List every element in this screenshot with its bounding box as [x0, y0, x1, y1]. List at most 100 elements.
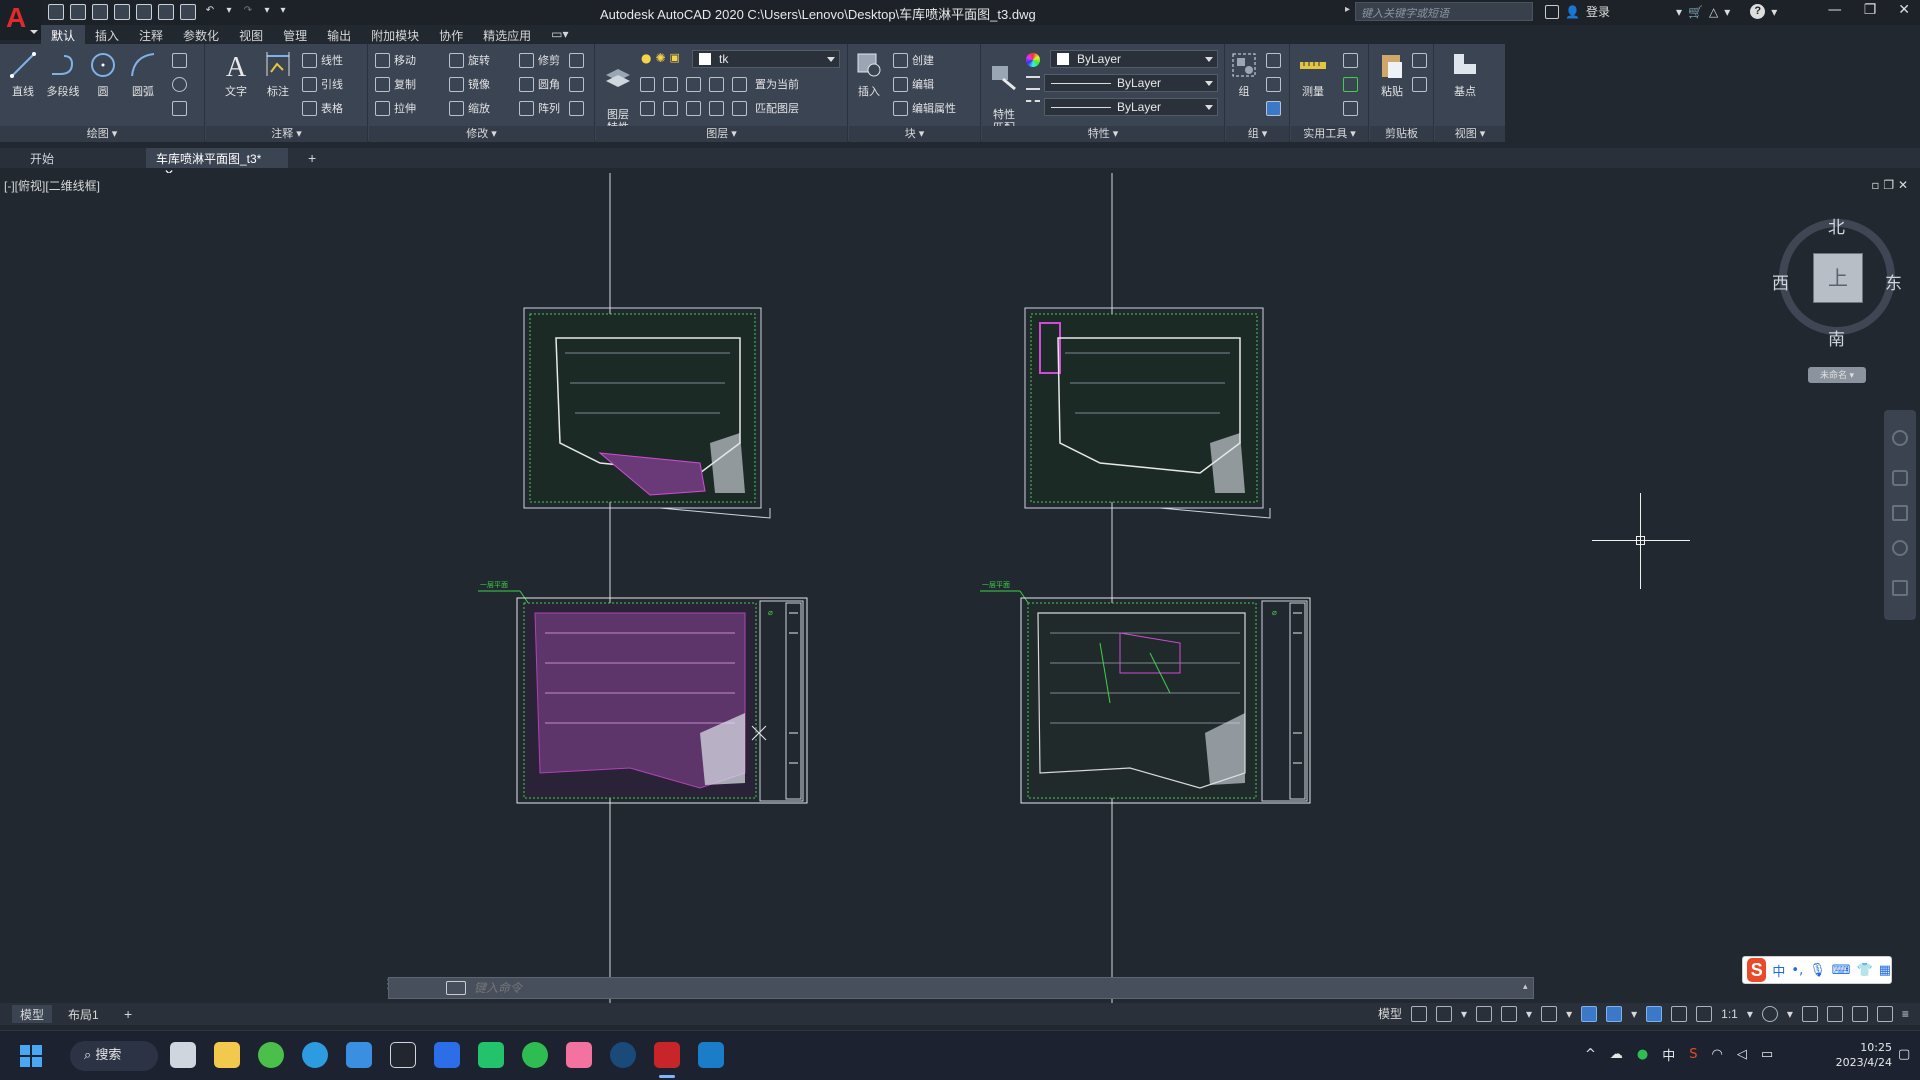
stretch-button[interactable]: 拉伸 [375, 98, 416, 118]
lenovo-icon[interactable] [434, 1042, 460, 1068]
skin-icon[interactable]: 👕 [1857, 963, 1873, 978]
undo-icon[interactable]: ↶ [202, 4, 218, 20]
compass-north[interactable]: 北 [1828, 213, 1845, 238]
match-layer-button[interactable]: 匹配图层 [755, 100, 799, 116]
new-tab-button[interactable]: + [298, 148, 326, 168]
keyboard-icon[interactable]: ⌨ [1832, 963, 1851, 978]
wechat-icon[interactable] [522, 1042, 548, 1068]
snap-icon[interactable] [1436, 1005, 1453, 1022]
create-block-button[interactable]: 创建 [893, 50, 934, 70]
move-button[interactable]: 移动 [375, 50, 416, 70]
redo-icon[interactable]: ↷ [240, 4, 256, 20]
lock-icon[interactable]: ▣ [670, 51, 680, 65]
layer-unlock-icon[interactable] [709, 100, 724, 116]
viewcube[interactable]: 北 南 西 东 上 [1772, 217, 1902, 350]
search-input[interactable]: 键入关键字或短语 [1355, 2, 1533, 21]
tab-output[interactable]: 输出 [317, 25, 361, 44]
ime-punctuation-toggle[interactable]: •, [1791, 963, 1803, 978]
cart-icon[interactable]: 🛒 [1688, 5, 1703, 19]
battery-icon[interactable]: ▭ [1761, 1047, 1773, 1062]
copy-button[interactable]: 复制 [375, 74, 416, 94]
cad-viewer-icon[interactable] [698, 1042, 724, 1068]
copy-clip-button[interactable] [1412, 74, 1427, 94]
tab-manage[interactable]: 管理 [273, 25, 317, 44]
array-button[interactable]: 阵列 [519, 98, 560, 118]
isolate-objects-icon[interactable] [1826, 1005, 1843, 1022]
login-dropdown-icon[interactable]: ▾ [1676, 5, 1682, 19]
windows-start-button[interactable] [20, 1045, 42, 1067]
edge-icon[interactable] [302, 1042, 328, 1068]
tab-start[interactable]: 开始 [20, 148, 138, 168]
base-view-button[interactable]: 基点 [1445, 50, 1485, 99]
layer-on-icon[interactable] [640, 100, 655, 116]
hatch-button[interactable] [172, 98, 187, 118]
taskbar-clock[interactable]: 10:25 2023/4/24 [1822, 1040, 1892, 1070]
circle-button[interactable]: 圆 [83, 50, 123, 99]
hardware-acceleration-icon[interactable] [1851, 1005, 1868, 1022]
autocad-logo-button[interactable]: A [0, 0, 41, 40]
layer-isolate-icon[interactable] [663, 76, 678, 92]
tab-addins[interactable]: 附加模块 [361, 25, 429, 44]
compass-west[interactable]: 西 [1772, 269, 1789, 294]
lineweight-dropdown[interactable]: ByLayer [1044, 74, 1218, 92]
mirror-button[interactable]: 镜像 [449, 74, 490, 94]
edit-block-button[interactable]: 编辑 [893, 74, 934, 94]
fillet-button[interactable]: 圆角 [519, 74, 560, 94]
paste-button[interactable]: 粘贴 [1372, 50, 1412, 99]
trim-button[interactable]: 修剪 [519, 50, 560, 70]
wifi-icon[interactable]: ◠ [1712, 1047, 1723, 1062]
orbit-icon[interactable] [1892, 540, 1908, 556]
view-panel-title[interactable]: 视图 ▾ [1435, 126, 1505, 142]
scale-button[interactable]: 缩放 [449, 98, 490, 118]
model-space-toggle[interactable]: 模型 [1378, 1005, 1402, 1022]
calculator-button[interactable] [1343, 98, 1358, 118]
osnap-dropdown-icon[interactable]: ▾ [1631, 1007, 1637, 1021]
compass-south[interactable]: 南 [1828, 325, 1845, 350]
layer-thaw-icon[interactable] [686, 100, 701, 116]
customization-menu-icon[interactable]: ≡ [1902, 1007, 1909, 1021]
cut-button[interactable] [1412, 50, 1427, 70]
linetype-dropdown[interactable]: ByLayer [1044, 98, 1218, 116]
search-expand-icon[interactable]: ▸ [1345, 4, 1350, 15]
layer-unisolate-icon[interactable] [663, 100, 678, 116]
drawing-canvas[interactable]: 一层平面 ⌀ 一层平面 ⌀ [0, 173, 1920, 1003]
layers-panel-title[interactable]: 图层 ▾ [596, 126, 847, 142]
annotation-scale-value[interactable]: 1:1 [1721, 1007, 1738, 1021]
command-history-arrow-icon[interactable]: ▴ [1523, 982, 1528, 992]
floor-plan-top-left[interactable] [523, 307, 771, 519]
draw-panel-title[interactable]: 绘图 ▾ [0, 126, 204, 142]
microsoft-store-icon[interactable] [346, 1042, 372, 1068]
text-button[interactable]: A 文字 [216, 50, 256, 99]
taskbar-search[interactable]: ⌕ 搜索 [70, 1041, 158, 1071]
grid-icon[interactable] [1411, 1005, 1428, 1022]
object-snap-tracking-icon[interactable] [1581, 1005, 1598, 1022]
isodraft-dropdown-icon[interactable]: ▾ [1566, 1007, 1572, 1021]
utilities-panel-title[interactable]: 实用工具 ▾ [1291, 126, 1368, 142]
block-panel-title[interactable]: 块 ▾ [849, 126, 980, 142]
autodesk-a360-icon[interactable]: △ [1709, 5, 1718, 19]
redo-dropdown-icon[interactable]: ▾ [262, 4, 272, 20]
isodraft-icon[interactable] [1541, 1005, 1558, 1022]
help-dropdown-icon[interactable]: ▾ [1771, 5, 1777, 19]
ribbon-toggle-icon[interactable]: ▭▾ [541, 25, 578, 44]
wcs-menu[interactable]: 未命名 ▾ [1808, 367, 1866, 383]
onedrive-icon[interactable]: ☁ [1610, 1047, 1623, 1062]
color-dropdown[interactable]: ByLayer [1050, 50, 1218, 68]
messaging-icon[interactable] [478, 1042, 504, 1068]
ungroup-button[interactable] [1266, 50, 1281, 70]
zoom-extents-icon[interactable] [1892, 505, 1908, 521]
tab-featured-apps[interactable]: 精选应用 [473, 25, 541, 44]
arc-button[interactable]: 圆弧 [123, 50, 163, 99]
measure-button[interactable]: 测量 [1293, 50, 1333, 99]
save-web-icon[interactable] [158, 4, 174, 20]
notification-icon[interactable]: ▢ [1898, 1047, 1910, 1062]
binoculars-icon[interactable] [1545, 4, 1559, 19]
annotation-scale-icon[interactable] [1696, 1005, 1713, 1022]
quick-select-button[interactable] [1343, 50, 1358, 70]
rectangle-button[interactable] [172, 50, 187, 70]
pan-icon[interactable] [1892, 470, 1908, 486]
polyline-button[interactable]: 多段线 [43, 50, 83, 99]
edit-attributes-button[interactable]: 编辑属性 [893, 98, 956, 118]
tab-layout1[interactable]: 布局1 [60, 1005, 107, 1023]
scale-dropdown-icon[interactable]: ▾ [1747, 1007, 1753, 1021]
